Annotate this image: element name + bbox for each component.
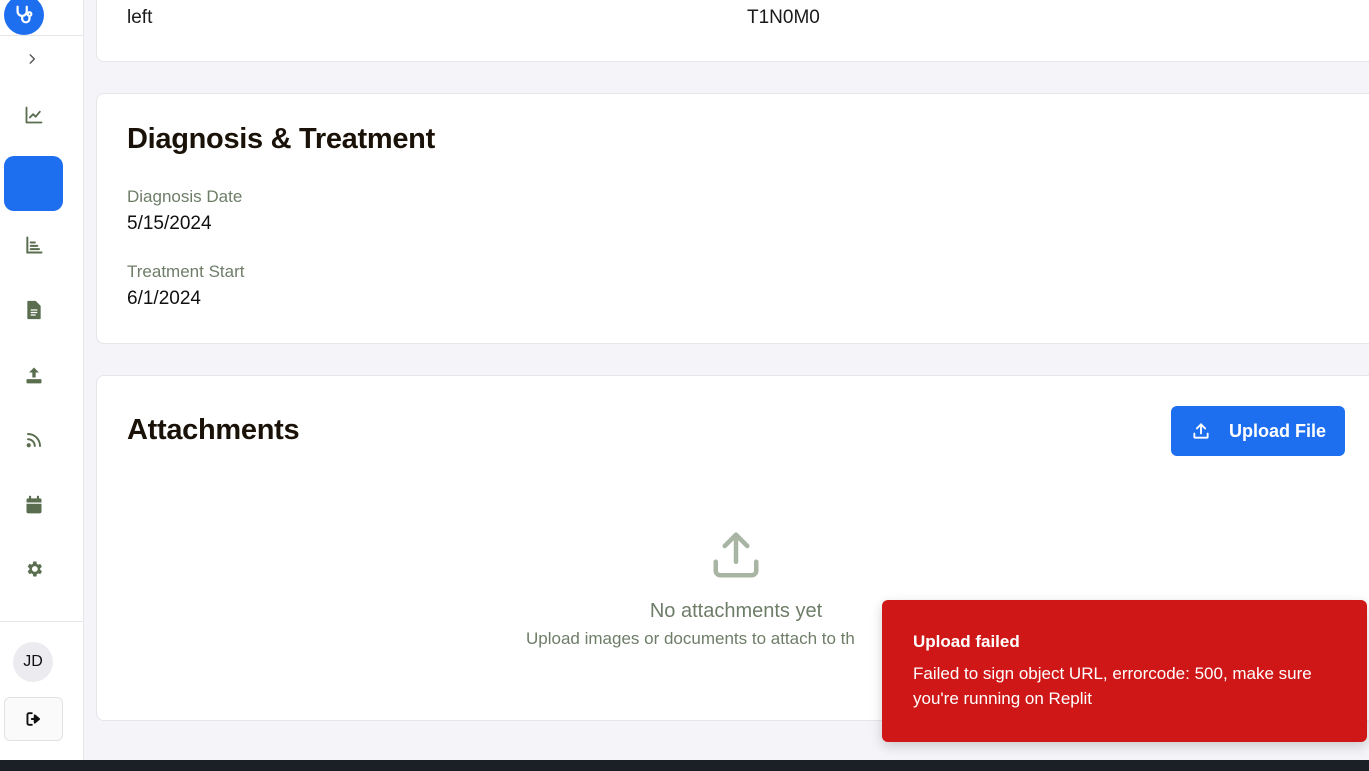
bar-chart-icon bbox=[25, 236, 42, 253]
toast-message: Failed to sign object URL, errorcode: 50… bbox=[913, 664, 1312, 708]
bottom-bar bbox=[0, 760, 1369, 771]
nav-item-analytics[interactable] bbox=[4, 87, 63, 142]
diagnosis-date-value: 5/15/2024 bbox=[127, 213, 212, 234]
top-card-stage-value: T1N0M0 bbox=[747, 7, 820, 28]
rss-icon bbox=[26, 432, 41, 447]
upload-icon bbox=[26, 367, 41, 383]
upload-icon bbox=[1193, 423, 1209, 439]
stethoscope-icon bbox=[16, 5, 33, 24]
treatment-start-label: Treatment Start bbox=[127, 262, 245, 281]
diagnosis-date-label: Diagnosis Date bbox=[127, 187, 243, 206]
nav-item-upload[interactable] bbox=[4, 347, 63, 402]
nav-item-feed[interactable] bbox=[4, 412, 63, 467]
calendar-icon bbox=[26, 495, 41, 513]
expand-sidebar-button[interactable] bbox=[20, 48, 44, 70]
treatment-start-value: 6/1/2024 bbox=[127, 288, 201, 309]
line-chart-icon bbox=[25, 106, 42, 123]
top-card-left-value: left bbox=[127, 7, 153, 28]
diagnosis-title: Diagnosis & Treatment bbox=[127, 123, 435, 155]
sidebar-divider bbox=[0, 621, 84, 622]
chevron-right-icon bbox=[29, 54, 36, 64]
nav-item-documents[interactable] bbox=[4, 282, 63, 337]
empty-state-subtitle: Upload images or documents to attach to … bbox=[526, 629, 855, 648]
nav-item-reports[interactable] bbox=[4, 217, 63, 272]
attachments-title: Attachments bbox=[127, 414, 300, 446]
nav-item-active[interactable] bbox=[4, 156, 63, 211]
gear-icon bbox=[27, 561, 42, 576]
avatar[interactable]: JD bbox=[13, 642, 53, 682]
logout-button[interactable] bbox=[4, 697, 63, 741]
upload-file-button[interactable]: Upload File bbox=[1171, 406, 1345, 456]
error-toast[interactable]: Upload failed Failed to sign object URL,… bbox=[882, 600, 1367, 742]
logout-icon bbox=[26, 712, 40, 726]
upload-file-label: Upload File bbox=[1229, 420, 1327, 441]
nav-item-calendar[interactable] bbox=[4, 477, 63, 532]
app-logo[interactable] bbox=[4, 0, 44, 35]
toast-title: Upload failed bbox=[913, 632, 1020, 651]
document-icon bbox=[26, 300, 41, 319]
sidebar: JD bbox=[0, 0, 84, 760]
logo-divider bbox=[0, 35, 84, 36]
upload-empty-icon bbox=[713, 532, 759, 578]
nav-item-settings[interactable] bbox=[4, 541, 63, 596]
staging-card: left T1N0M0 bbox=[96, 0, 1369, 62]
diagnosis-card: Diagnosis & Treatment Diagnosis Date 5/1… bbox=[96, 93, 1369, 344]
